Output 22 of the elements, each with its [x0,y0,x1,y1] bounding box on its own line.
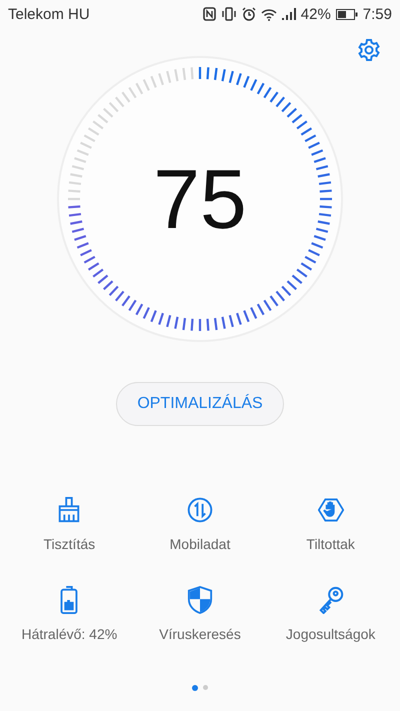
hand-stop-icon [318,496,344,524]
carrier-name: Telekom HU [8,6,90,22]
key-icon [318,586,344,614]
vibrate-icon [220,7,237,21]
wifi-icon [260,8,277,20]
tool-label[interactable]: Tisztítás [44,536,96,552]
nfc-icon [202,7,216,21]
battery-icon [336,8,358,20]
tool-label[interactable]: Mobiladat [170,536,230,552]
clock-time: 7:59 [362,6,392,22]
tool-label[interactable]: Tiltottak [306,536,355,552]
score-value: 75 [153,157,247,241]
alarm-icon [242,7,256,21]
battery-percent: 42% [300,6,331,22]
tool-label[interactable]: Hátralévő: 42% [21,626,118,642]
shield-icon [186,586,213,614]
tool-label[interactable]: Jogosultságok [286,626,376,642]
settings-icon[interactable] [357,38,381,62]
up-down-arrows-icon [186,496,213,524]
tool-label[interactable]: Víruskeresés [159,626,241,642]
signal-icon [282,8,296,20]
optimize-button[interactable]: OPTIMALIZÁLÁS [116,382,284,426]
